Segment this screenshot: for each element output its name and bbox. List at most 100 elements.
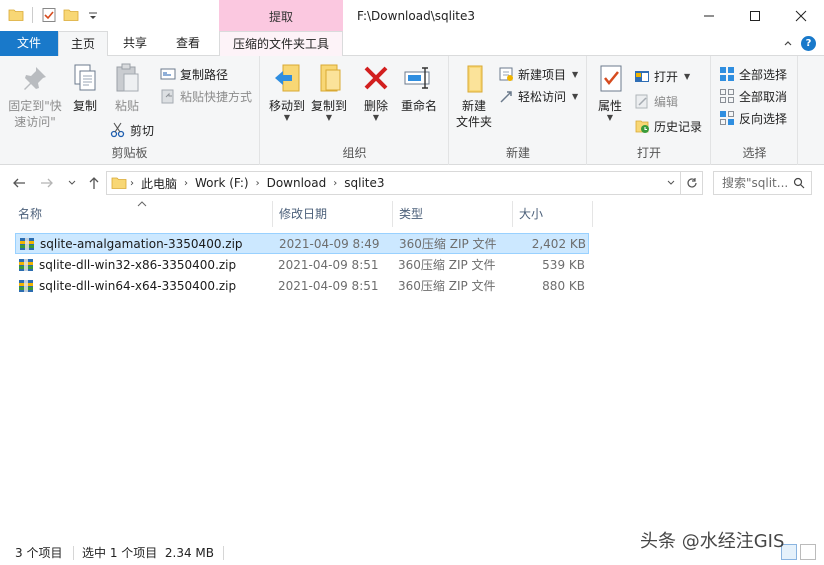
folder-icon — [8, 9, 24, 21]
cut-button[interactable]: 剪切 — [110, 120, 154, 140]
select-none-label: 全部取消 — [739, 89, 788, 104]
breadcrumb-sqlite3[interactable]: sqlite3 — [340, 176, 388, 190]
file-name: sqlite-dll-win64-x64-3350400.zip — [39, 279, 237, 293]
file-row[interactable]: sqlite-dll-win64-x64-3350400.zip 2021-04… — [15, 276, 589, 297]
large-icons-view-icon[interactable] — [800, 544, 816, 560]
chevron-down-icon — [667, 180, 675, 185]
search-input[interactable]: 搜索"sqlit... — [713, 171, 812, 195]
collapse-ribbon-icon[interactable] — [783, 39, 793, 49]
file-type: 360压缩 ZIP 文件 — [398, 279, 496, 293]
tab-home[interactable]: 主页 — [58, 31, 108, 57]
minimize-button[interactable] — [686, 0, 732, 31]
column-type-label: 类型 — [399, 207, 424, 221]
file-size: 880 KB — [542, 279, 585, 293]
breadcrumb-this-pc[interactable]: 此电脑 — [137, 175, 181, 192]
group-select: 全部选择 全部取消 反向选择 选择 — [712, 56, 798, 165]
copy-to-icon — [320, 64, 341, 92]
tab-share[interactable]: 共享 — [113, 31, 157, 56]
breadcrumb-download[interactable]: Download — [263, 176, 331, 190]
tab-file[interactable]: 文件 — [0, 31, 58, 56]
up-button[interactable] — [85, 174, 103, 192]
pin-label-line1: 固定到"快 — [8, 99, 62, 113]
extract-context-title: 提取 — [219, 0, 343, 31]
file-size: 539 KB — [542, 258, 585, 272]
invert-selection-button[interactable]: 反向选择 — [719, 108, 787, 128]
address-dropdown[interactable] — [666, 177, 676, 191]
copy-to-label: 复制到 — [310, 99, 347, 113]
breadcrumb-separator[interactable]: › — [181, 178, 191, 189]
properties-icon — [600, 65, 622, 92]
up-arrow-icon — [89, 177, 99, 189]
group-label-organize: 组织 — [342, 146, 367, 160]
paste-shortcut-icon — [161, 89, 174, 104]
column-header-name[interactable]: 名称 — [12, 201, 273, 227]
copy-icon — [74, 64, 96, 91]
item-count: 3 个项目 — [15, 546, 63, 560]
file-date: 2021-04-09 8:51 — [278, 279, 379, 293]
file-row[interactable]: sqlite-amalgamation-3350400.zip 2021-04-… — [15, 233, 589, 254]
new-folder-qat-icon[interactable] — [63, 7, 79, 23]
copy-path-icon — [160, 68, 176, 80]
paste-shortcut-button[interactable]: 粘贴快捷方式 — [160, 86, 252, 106]
new-folder-button[interactable]: 新建 文件夹 — [452, 62, 496, 130]
rename-label: 重命名 — [400, 99, 437, 113]
move-to-button[interactable]: 移动到 ▼ — [265, 62, 309, 122]
tab-compressed-folder-tools[interactable]: 压缩的文件夹工具 — [219, 31, 343, 56]
cut-label: 剪切 — [130, 123, 155, 138]
copy-button[interactable]: 复制 — [66, 62, 104, 114]
column-date-label: 修改日期 — [279, 207, 328, 221]
paste-button[interactable]: 粘贴 — [108, 62, 146, 114]
recent-locations-button[interactable] — [63, 174, 81, 192]
maximize-button[interactable] — [732, 0, 778, 31]
select-all-label: 全部选择 — [739, 67, 788, 82]
zip-file-icon — [19, 280, 33, 292]
rename-button[interactable]: 重命名 — [397, 62, 441, 114]
edit-icon — [635, 94, 648, 109]
pin-quick-access-button[interactable]: 固定到"快 速访问" — [6, 62, 64, 130]
back-button[interactable] — [10, 174, 28, 192]
properties-button[interactable]: 属性 ▼ — [592, 62, 628, 122]
customize-qat-icon[interactable] — [85, 7, 101, 23]
properties-qat-icon[interactable] — [41, 7, 57, 23]
status-divider — [223, 546, 224, 560]
zip-file-icon — [20, 238, 34, 250]
column-header-type[interactable]: 类型 — [393, 201, 513, 227]
help-icon[interactable]: ? — [801, 36, 816, 51]
breadcrumb-separator[interactable]: › — [330, 178, 340, 189]
copy-path-label: 复制路径 — [180, 67, 229, 82]
select-all-button[interactable]: 全部选择 — [719, 64, 787, 84]
group-clipboard: 固定到"快 速访问" 复制 粘贴 复制路径 粘贴快捷方式 剪切 剪贴板 — [0, 56, 260, 165]
new-item-button[interactable]: 新建项目 ▼ — [498, 64, 578, 84]
copy-to-button[interactable]: 复制到 ▼ — [307, 62, 351, 122]
history-button[interactable]: 历史记录 — [634, 116, 702, 136]
copy-label: 复制 — [72, 99, 97, 113]
easy-access-button[interactable]: 轻松访问 ▼ — [498, 86, 578, 106]
group-label-select: 选择 — [742, 146, 767, 160]
tab-view[interactable]: 查看 — [166, 31, 210, 56]
new-folder-label-line1: 新建 — [461, 99, 486, 113]
edit-button[interactable]: 编辑 — [634, 91, 678, 111]
column-header-date[interactable]: 修改日期 — [273, 201, 393, 227]
address-bar[interactable]: › 此电脑 › Work (F:) › Download › sqlite3 — [106, 171, 703, 195]
delete-button[interactable]: 删除 ▼ — [359, 62, 393, 122]
refresh-button[interactable] — [680, 172, 702, 194]
close-button[interactable] — [778, 0, 824, 31]
file-row[interactable]: sqlite-dll-win32-x86-3350400.zip 2021-04… — [15, 255, 589, 276]
search-placeholder: 搜索"sqlit... — [722, 176, 789, 190]
breadcrumb-separator[interactable]: › — [127, 178, 137, 189]
ribbon: 固定到"快 速访问" 复制 粘贴 复制路径 粘贴快捷方式 剪切 剪贴板 移动到 — [0, 56, 824, 165]
close-icon — [795, 10, 807, 21]
view-switcher — [781, 544, 816, 560]
invert-selection-label: 反向选择 — [739, 111, 788, 126]
open-button[interactable]: 打开 ▼ — [634, 66, 690, 86]
search-icon — [793, 172, 805, 196]
breadcrumb-work-drive[interactable]: Work (F:) — [191, 176, 253, 190]
group-label-open: 打开 — [636, 146, 661, 160]
select-none-button[interactable]: 全部取消 — [719, 86, 787, 106]
watermark-text: 头条 @水经注GIS — [640, 531, 785, 552]
column-name-label: 名称 — [18, 207, 43, 221]
breadcrumb-separator[interactable]: › — [253, 178, 263, 189]
forward-button[interactable] — [38, 174, 56, 192]
column-header-size[interactable]: 大小 — [513, 201, 593, 227]
copy-path-button[interactable]: 复制路径 — [160, 64, 228, 84]
